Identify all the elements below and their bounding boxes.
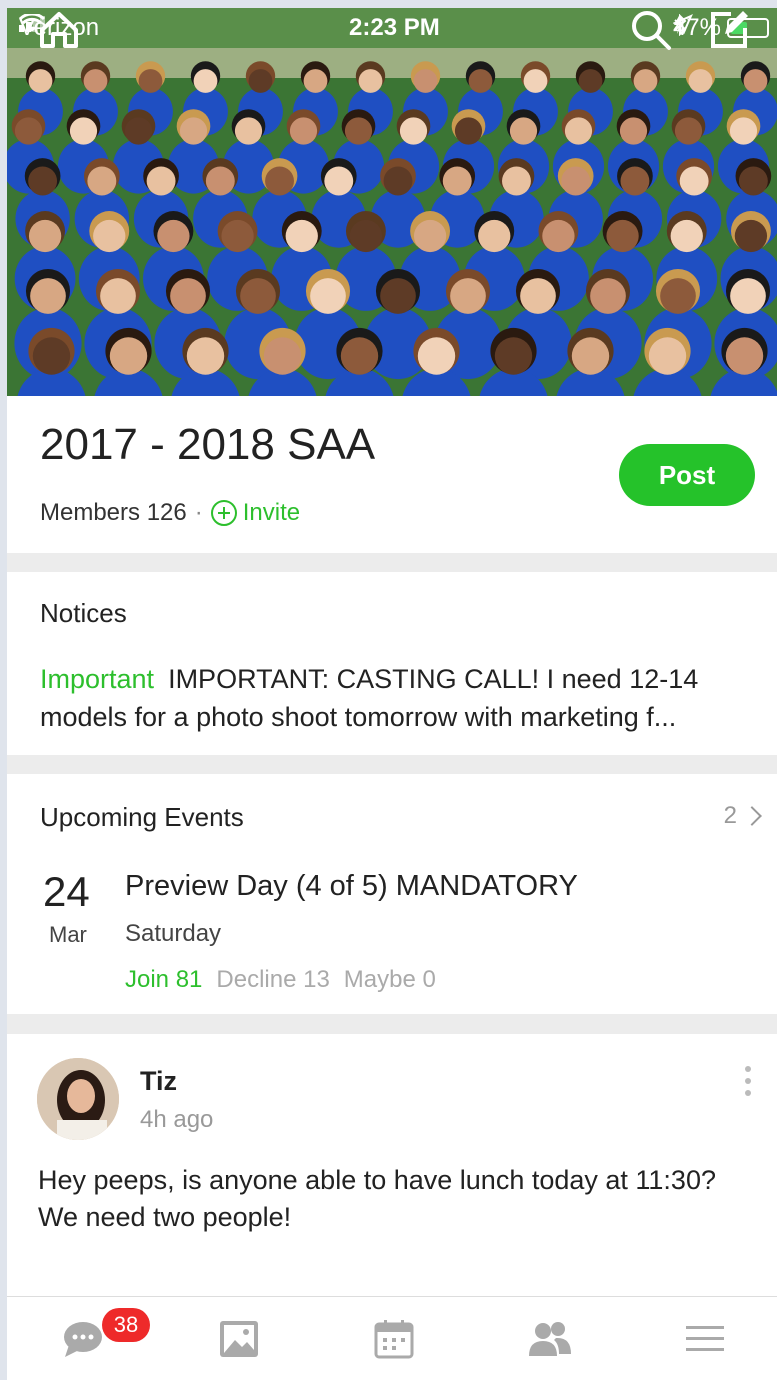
tab-chat[interactable]: 38: [33, 1297, 150, 1380]
post-time: 4h ago: [140, 1106, 214, 1133]
home-icon[interactable]: [37, 8, 81, 52]
members-row: Members 126 · Invite: [40, 499, 300, 527]
chat-badge: 38: [102, 1308, 150, 1342]
menu-icon: [686, 1326, 724, 1351]
invite-label: Invite: [242, 499, 301, 526]
event-weekday: Saturday: [125, 920, 222, 947]
group-photo-illustration: [7, 8, 777, 396]
group-header: 2017 - 2018 SAA Members 126 · Invite Pos…: [7, 396, 777, 553]
search-icon[interactable]: [629, 8, 673, 52]
event-day: 24: [43, 868, 90, 915]
members-icon: [529, 1322, 571, 1356]
rsvp-maybe[interactable]: Maybe 0: [344, 966, 436, 994]
clock: 2:23 PM: [349, 14, 440, 41]
events-section: Upcoming Events 2 24 Mar Preview Day (4 …: [7, 774, 777, 1014]
members-count[interactable]: Members 126: [40, 499, 187, 527]
calendar-icon: [374, 1320, 414, 1359]
post-body: Hey peeps, is anyone able to have lunch …: [38, 1165, 716, 1232]
plus-circle-icon: [210, 500, 237, 526]
notices-section[interactable]: Notices Important IMPORTANT: CASTING CALL…: [7, 572, 777, 755]
post-button[interactable]: Post: [619, 444, 755, 506]
post-card: Tiz 4h ago Hey peeps, is anyone able to …: [7, 1034, 777, 1296]
tab-menu[interactable]: [655, 1297, 755, 1380]
post-author[interactable]: Tiz: [140, 1066, 177, 1097]
avatar[interactable]: [37, 1058, 119, 1140]
avatar-image: [37, 1058, 119, 1140]
chat-icon: [64, 1322, 102, 1357]
tab-calendar[interactable]: [344, 1297, 444, 1380]
events-count-link[interactable]: 2: [723, 802, 762, 830]
events-count: 2: [723, 802, 737, 829]
photos-icon: [220, 1321, 258, 1357]
events-title: Upcoming Events: [40, 802, 244, 832]
more-options-icon[interactable]: [745, 1066, 751, 1102]
tab-members[interactable]: [500, 1297, 600, 1380]
rsvp-join[interactable]: Join 81: [125, 966, 202, 994]
event-title[interactable]: Preview Day (4 of 5) MANDATORY: [125, 870, 578, 903]
notice-item[interactable]: Important IMPORTANT: CASTING CALL! I need…: [40, 660, 760, 736]
group-title: 2017 - 2018 SAA: [40, 420, 376, 469]
cover-photo: Verizon 2:23 PM 47%: [7, 8, 777, 396]
chevron-right-icon: [742, 806, 762, 826]
compose-icon[interactable]: [707, 8, 751, 52]
app-screen: Verizon 2:23 PM 47% 2017 - 2018 SAA Memb…: [7, 8, 777, 1380]
notices-title: Notices: [40, 598, 127, 628]
tab-bar: 38: [7, 1296, 777, 1380]
charging-icon: [673, 14, 684, 34]
separator-dot: ·: [194, 499, 203, 526]
rsvp-decline[interactable]: Decline 13: [216, 966, 329, 994]
rsvp-row: Join 81 Decline 13 Maybe 0: [125, 966, 436, 994]
notice-tag: Important: [40, 664, 155, 694]
tab-photos[interactable]: [189, 1297, 289, 1380]
invite-link[interactable]: Invite: [210, 499, 301, 527]
event-month: Mar: [49, 922, 87, 947]
